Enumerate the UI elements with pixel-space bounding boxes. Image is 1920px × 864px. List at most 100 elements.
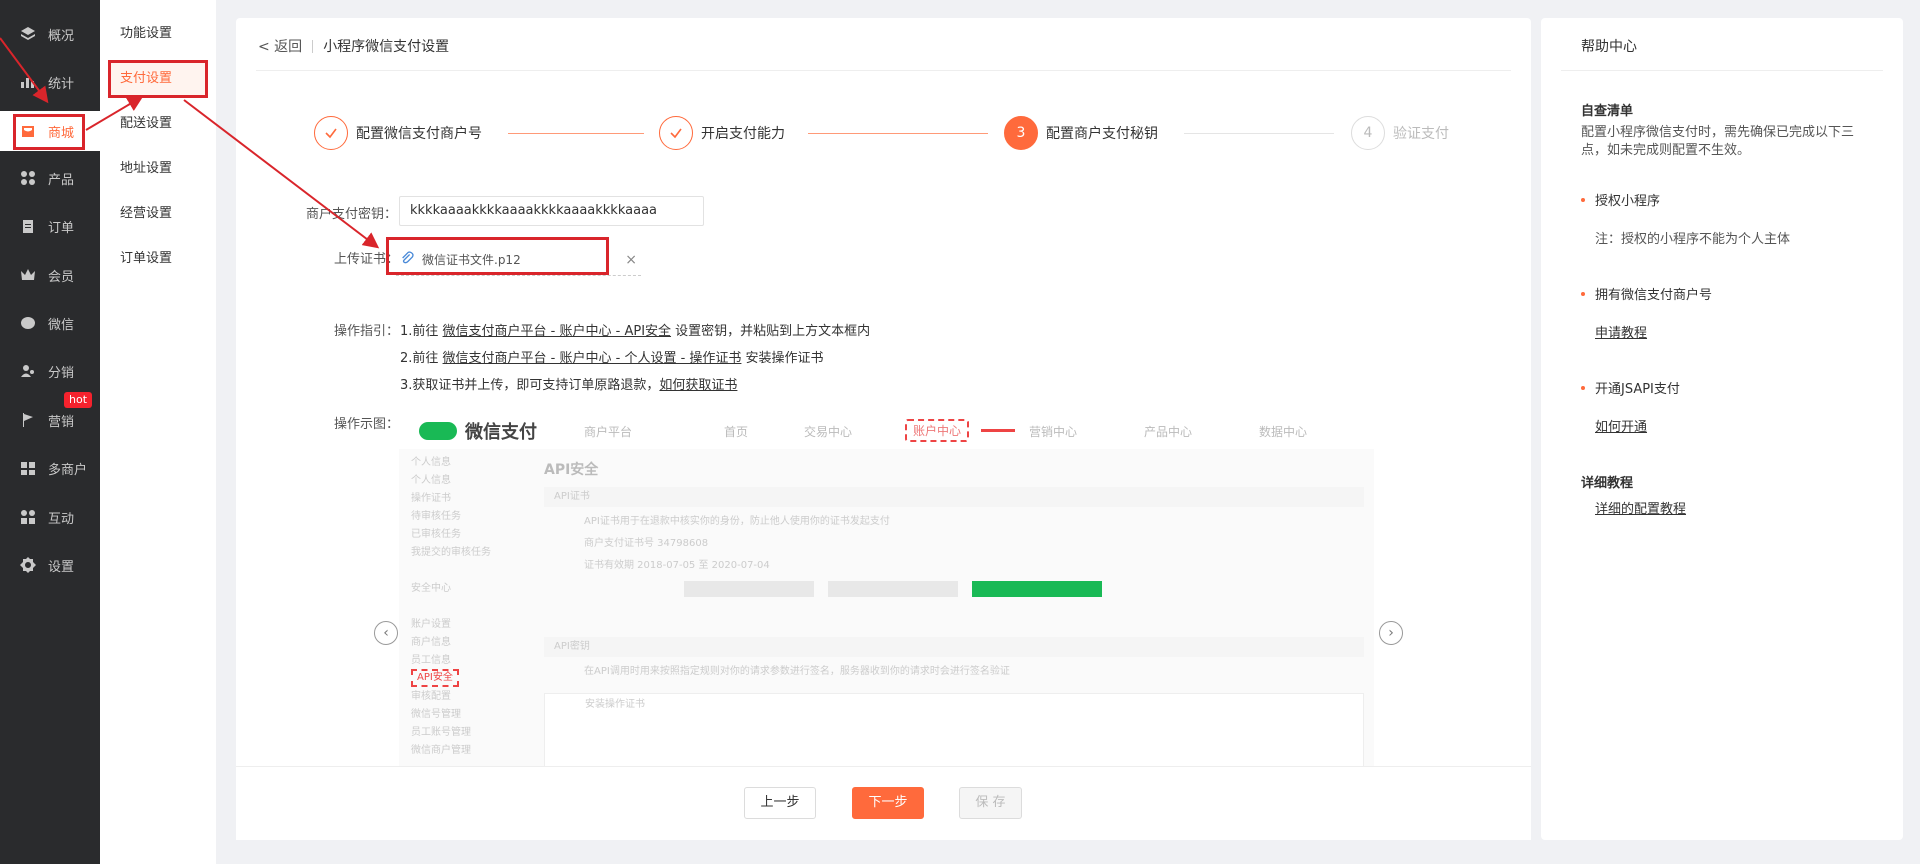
- step-label: 开启支付能力: [701, 126, 785, 142]
- nav-label: 分销: [48, 365, 75, 381]
- guide-step-3: 3.获取证书并上传，即可支持订单原路退款，如何获取证书: [400, 374, 737, 393]
- carousel-prev-icon[interactable]: ‹: [374, 621, 398, 645]
- hot-badge: hot: [64, 392, 93, 408]
- guide-text: 3.获取证书并上传，即可支持订单原路退款，: [400, 378, 660, 393]
- step-connector: [508, 133, 644, 134]
- merchant-key-input[interactable]: kkkkaaaakkkkaaaakkkkaaaakkkkaaaa: [399, 196, 704, 226]
- nav-label: 微信: [48, 317, 75, 333]
- bullet-icon: [1581, 291, 1585, 296]
- example-side-item: 个人信息: [411, 457, 451, 468]
- checklist-item: 开通JSAPI支付: [1581, 378, 1680, 397]
- user-share-icon: [20, 363, 36, 379]
- example-tab-highlight: 账户中心: [905, 419, 970, 442]
- checklist-note: 注：授权的小程序不能为个人主体: [1595, 232, 1791, 247]
- back-link[interactable]: < 返回: [258, 36, 302, 56]
- checklist-item-label: 开通JSAPI支付: [1595, 382, 1680, 397]
- subnav-item-features[interactable]: 功能设置: [108, 17, 208, 51]
- detailed-tutorial-link[interactable]: 详细的配置教程: [1595, 498, 1686, 517]
- bullet-icon: [1581, 197, 1585, 202]
- step-4: 4 验证支付: [1351, 116, 1449, 150]
- nav-item-wechat[interactable]: 微信: [0, 303, 100, 343]
- example-side-item: 商户信息: [411, 637, 451, 648]
- guide-step-1: 1.前往 微信支付商户平台 - 账户中心 - API安全 设置密钥，并粘贴到上方…: [400, 320, 870, 339]
- example-side-item: 员工账号管理: [411, 727, 471, 738]
- guide-text: 设置密钥，并粘贴到上方文本框内: [671, 324, 871, 339]
- nav-item-distribution[interactable]: 分销: [0, 351, 100, 391]
- crown-icon: [20, 267, 36, 283]
- nav-label: 多商户: [48, 462, 88, 478]
- nav-item-order[interactable]: 订单: [0, 206, 100, 246]
- step-label: 配置商户支付秘钥: [1046, 126, 1158, 142]
- apply-tutorial-link[interactable]: 申请教程: [1595, 322, 1647, 341]
- nav-item-member[interactable]: 会员: [0, 255, 100, 295]
- breadcrumb-divider: [312, 39, 314, 53]
- how-to-get-cert-link[interactable]: 如何获取证书: [659, 378, 737, 393]
- example-tab: 产品中心: [1144, 425, 1193, 439]
- example-sidebar: 个人信息 个人信息 操作证书 待审核任务 已审核任务 我提交的审核任务 安全中心…: [411, 453, 529, 785]
- save-button[interactable]: 保 存: [959, 787, 1022, 819]
- main-card: < 返回 小程序微信支付设置 配置微信支付商户号 开启支付能力 3 配置商户支付…: [236, 18, 1531, 840]
- example-button: [828, 581, 958, 597]
- example-panel: API密钥: [544, 637, 1364, 657]
- subnav-item-address[interactable]: 地址设置: [108, 152, 208, 186]
- subnav-item-delivery[interactable]: 配送设置: [108, 107, 208, 141]
- checklist-item: 授权小程序: [1581, 190, 1660, 209]
- nav-item-multi-merchant[interactable]: 多商户: [0, 448, 100, 488]
- carousel-next-icon[interactable]: ›: [1379, 621, 1403, 645]
- nav-label: 订单: [48, 220, 75, 236]
- store-icon: [20, 460, 36, 476]
- nav-item-settings[interactable]: 设置: [0, 545, 100, 585]
- divider: [1561, 70, 1883, 71]
- example-side-item: 审核配置: [411, 691, 451, 702]
- next-step-button[interactable]: 下一步: [852, 787, 924, 819]
- example-side-item: 账户设置: [411, 619, 451, 630]
- how-to-enable-link[interactable]: 如何开通: [1595, 416, 1647, 435]
- guide-step-2: 2.前往 微信支付商户平台 - 账户中心 - 个人设置 - 操作证书 安装操作证…: [400, 347, 824, 366]
- breadcrumb: < 返回 小程序微信支付设置: [258, 36, 449, 56]
- logo-text: 微信支付: [465, 422, 537, 443]
- guide-label: 操作指引：: [334, 324, 400, 339]
- checklist-item-label: 授权小程序: [1595, 194, 1661, 209]
- nav-item-overview[interactable]: 概况: [0, 14, 100, 54]
- footer-bar: 上一步 下一步 保 存: [236, 766, 1531, 840]
- nav-item-product[interactable]: 产品: [0, 158, 100, 198]
- interaction-icon: [20, 509, 36, 525]
- step-connector: [808, 133, 988, 134]
- example-row: 商户支付证书号 34798608: [584, 538, 709, 549]
- page-title: 小程序微信支付设置: [323, 39, 450, 55]
- guide-text: 1.前往: [400, 324, 443, 339]
- checklist-item: 拥有微信支付商户号: [1581, 284, 1712, 303]
- example-side-item: 待审核任务: [411, 511, 461, 522]
- flag-icon: [20, 412, 36, 428]
- prev-step-button[interactable]: 上一步: [744, 787, 816, 819]
- wechat-pay-logo: 微信支付: [419, 418, 537, 444]
- subnav-item-business[interactable]: 经营设置: [108, 197, 208, 231]
- example-arrow: [981, 429, 1015, 432]
- example-label: 操作示图：: [334, 417, 400, 432]
- annotation-box: [386, 237, 609, 275]
- divider: [256, 70, 1511, 71]
- key-label: 商户支付密钥：: [306, 207, 398, 222]
- example-tab: 交易中心: [804, 425, 853, 439]
- bullet-icon: [1581, 385, 1585, 390]
- example-side-item: 操作证书: [411, 493, 451, 504]
- nav-item-statistics[interactable]: 统计: [0, 62, 100, 102]
- checklist-item-label: 拥有微信支付商户号: [1595, 288, 1713, 303]
- step-number: 3: [1004, 116, 1038, 150]
- tutorial-title: 详细教程: [1581, 476, 1634, 491]
- step-label: 验证支付: [1393, 126, 1449, 142]
- subnav-item-order-settings[interactable]: 订单设置: [108, 242, 208, 276]
- annotation-box: [108, 60, 208, 98]
- remove-file-icon[interactable]: ×: [625, 252, 637, 268]
- step-number: 4: [1351, 116, 1385, 150]
- guide-text: 2.前往: [400, 351, 443, 366]
- help-title: 帮助中心: [1581, 39, 1637, 55]
- api-security-link[interactable]: 微信支付商户平台 - 账户中心 - API安全: [443, 324, 671, 339]
- nav-label: 会员: [48, 269, 75, 285]
- example-side-item: [411, 561, 529, 579]
- nav-item-interaction[interactable]: 互动: [0, 497, 100, 537]
- operation-cert-link[interactable]: 微信支付商户平台 - 账户中心 - 个人设置 - 操作证书: [443, 351, 742, 366]
- nav-label: 营销: [48, 414, 75, 430]
- example-side-item: 安全中心: [411, 583, 451, 594]
- help-panel: 帮助中心 自查清单 配置小程序微信支付时，需先确保已完成以下三点，如未完成则配置…: [1541, 18, 1903, 840]
